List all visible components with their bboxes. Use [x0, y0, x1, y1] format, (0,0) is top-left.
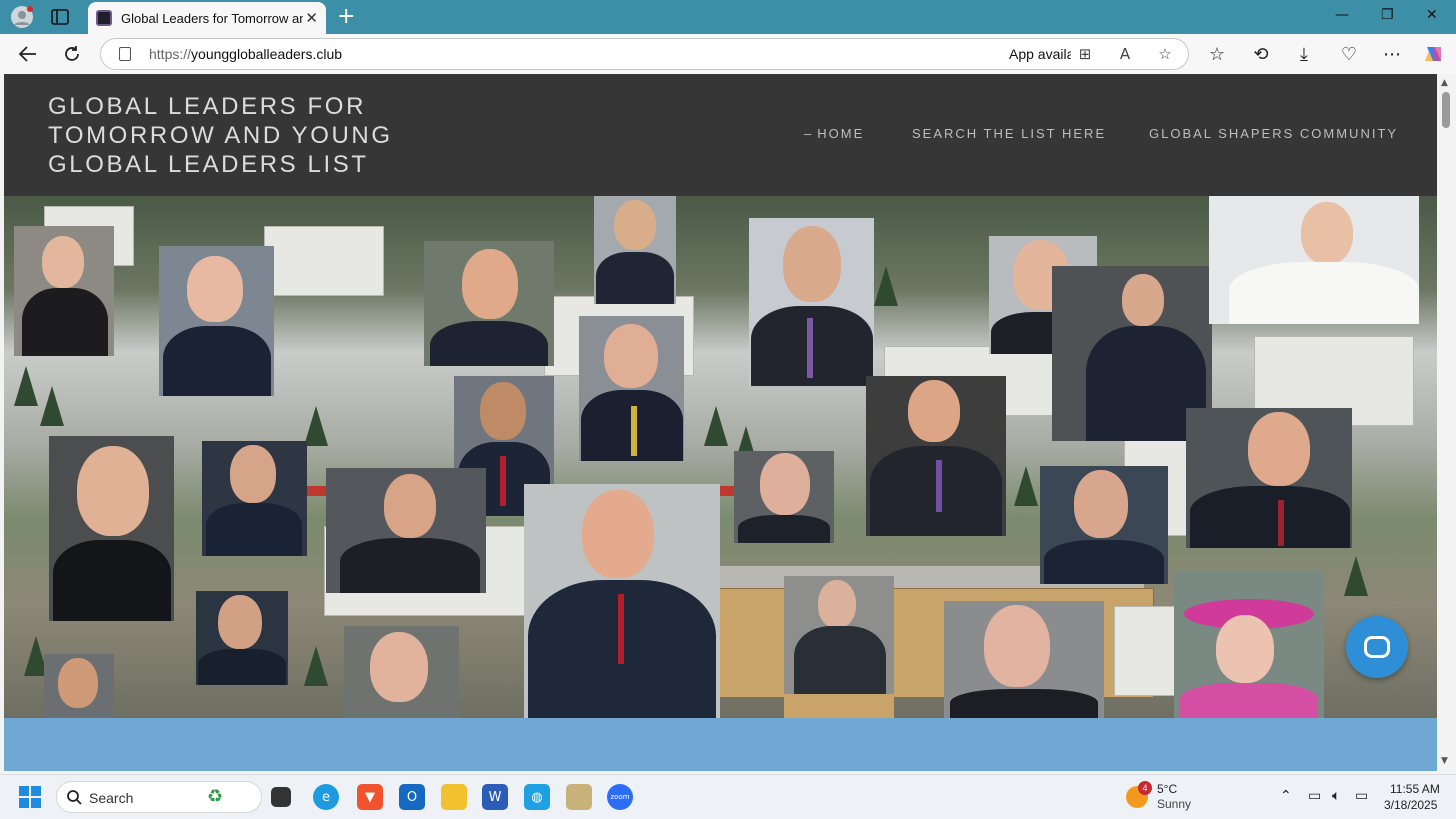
menu-label-search-list[interactable]: SEARCH THE LIST HERE [912, 126, 1106, 141]
refresh-icon[interactable] [60, 42, 84, 66]
portrait-photo [1186, 408, 1352, 548]
app-available-label[interactable]: App availa [1009, 46, 1071, 62]
site-favicon-icon [96, 10, 112, 26]
more-options-icon[interactable]: ⋯ [1380, 42, 1404, 66]
tree [1014, 466, 1038, 506]
content-band [4, 718, 1437, 771]
menu-item-search-list[interactable]: SEARCH THE LIST HERE [912, 126, 1106, 141]
address-toolbar: https://younggloballeaders.club App avai… [0, 34, 1456, 74]
site-info-icon[interactable] [119, 47, 131, 61]
scroll-thumb[interactable] [1442, 92, 1450, 128]
current-marker: – [804, 126, 814, 141]
hero-collage-image [4, 196, 1437, 718]
tree [14, 366, 38, 406]
browser-essentials-icon[interactable]: ♡ [1337, 42, 1361, 66]
url-text[interactable]: https://younggloballeaders.club [149, 46, 342, 62]
start-icon[interactable] [19, 786, 41, 808]
menu-label-global-shapers[interactable]: GLOBAL SHAPERS COMMUNITY [1149, 126, 1398, 141]
scroll-up-icon[interactable]: ▲ [1441, 78, 1448, 88]
downloads-icon[interactable]: ⤓ [1292, 42, 1316, 66]
search-icon [67, 790, 82, 805]
tree [304, 646, 328, 686]
search-label: Search [89, 790, 134, 806]
tree [704, 406, 728, 446]
chat-widget-button[interactable] [1346, 616, 1408, 678]
building [264, 226, 384, 296]
read-aloud-icon[interactable]: A [1115, 44, 1135, 64]
portrait-photo [344, 626, 459, 718]
portrait-photo [44, 654, 114, 718]
menu-item-home[interactable]: – HOME [804, 126, 864, 141]
weather-badge: 4 [1138, 781, 1152, 795]
tree [1344, 556, 1368, 596]
portrait-photo [49, 436, 174, 621]
word-icon[interactable]: W [482, 784, 508, 810]
copilot-icon[interactable] [1422, 42, 1446, 66]
portrait-photo [594, 196, 676, 304]
portrait-photo [579, 316, 684, 461]
clock-date[interactable]: 3/18/2025 [1384, 798, 1437, 812]
favorites-icon[interactable]: ☆ [1205, 42, 1229, 66]
tab-title: Global Leaders for Tomorrow and [121, 10, 303, 26]
chat-icon [1364, 636, 1390, 658]
portrait-photo [524, 484, 720, 718]
back-icon[interactable] [16, 42, 40, 66]
address-bar[interactable]: https://younggloballeaders.club App avai… [100, 38, 1189, 70]
taskbar-search[interactable]: Search ♻ [56, 781, 262, 813]
portrait-photo [944, 601, 1104, 718]
profile-avatar-icon[interactable] [9, 5, 35, 29]
favorite-star-icon[interactable]: ☆ [1155, 44, 1175, 64]
weather-description[interactable]: Sunny [1157, 797, 1191, 811]
file-explorer-icon[interactable] [441, 784, 467, 810]
history-icon[interactable]: ⟲ [1249, 42, 1273, 66]
display-icon[interactable]: ▭ [1308, 788, 1321, 804]
portrait-photo [14, 226, 114, 356]
windows-taskbar: Search ♻ e ▼ O W ◍ zoom 4 5°C Sunny ⌃ ▭ … [0, 774, 1456, 819]
active-tab[interactable]: Global Leaders for Tomorrow and ✕ [88, 2, 326, 34]
tree [304, 406, 328, 446]
portrait-photo [866, 376, 1006, 536]
portrait-photo [424, 241, 554, 366]
portrait-photo [749, 218, 874, 386]
security-app-icon[interactable]: ◍ [524, 784, 550, 810]
portrait-photo [159, 246, 274, 396]
portrait-photo [1040, 466, 1168, 584]
site-title[interactable]: GLOBAL LEADERS FOR TOMORROW AND YOUNG GL… [48, 92, 408, 179]
chevron-up-icon[interactable]: ⌃ [1280, 788, 1292, 804]
brave-browser-icon[interactable]: ▼ [357, 784, 383, 810]
task-view-icon[interactable] [271, 787, 291, 807]
site-header: GLOBAL LEADERS FOR TOMORROW AND YOUNG GL… [4, 74, 1437, 196]
edge-browser-icon[interactable]: e [313, 784, 339, 810]
zoom-icon[interactable]: zoom [607, 784, 633, 810]
menu-item-global-shapers[interactable]: GLOBAL SHAPERS COMMUNITY [1149, 126, 1398, 141]
scroll-down-icon[interactable]: ▼ [1441, 756, 1448, 766]
volume-icon[interactable]: 🔈︎ [1332, 788, 1340, 804]
page-viewport: GLOBAL LEADERS FOR TOMORROW AND YOUNG GL… [4, 74, 1437, 771]
tab-close-icon[interactable]: ✕ [305, 9, 318, 27]
weather-temperature[interactable]: 5°C [1157, 782, 1177, 796]
tab-actions-icon[interactable] [47, 5, 73, 29]
storage-app-icon[interactable] [566, 784, 592, 810]
portrait-photo [1209, 196, 1419, 324]
close-window-icon[interactable]: ✕ [1426, 7, 1438, 23]
restore-icon[interactable]: ❐ [1381, 7, 1394, 23]
portrait-photo [202, 441, 307, 556]
minimize-icon[interactable]: — [1335, 7, 1349, 23]
portrait-photo [196, 591, 288, 685]
portrait-photo [734, 451, 834, 543]
clock-time[interactable]: 11:55 AM [1390, 782, 1440, 796]
portrait-photo [1174, 571, 1324, 718]
portrait-photo [326, 468, 486, 593]
recycle-icon: ♻ [207, 786, 224, 807]
tab-strip: Global Leaders for Tomorrow and ✕ + — ❐ … [0, 0, 1456, 34]
portrait-photo [784, 576, 894, 718]
outlook-icon[interactable]: O [399, 784, 425, 810]
tree [874, 266, 898, 306]
tree [40, 386, 64, 426]
new-tab-icon[interactable]: + [337, 4, 355, 29]
battery-icon[interactable]: ▭ [1355, 788, 1368, 804]
menu-label-home[interactable]: HOME [817, 126, 864, 141]
app-install-icon[interactable]: ⊞ [1075, 44, 1095, 64]
page-scrollbar[interactable]: ▲ ▼ [1437, 74, 1456, 771]
